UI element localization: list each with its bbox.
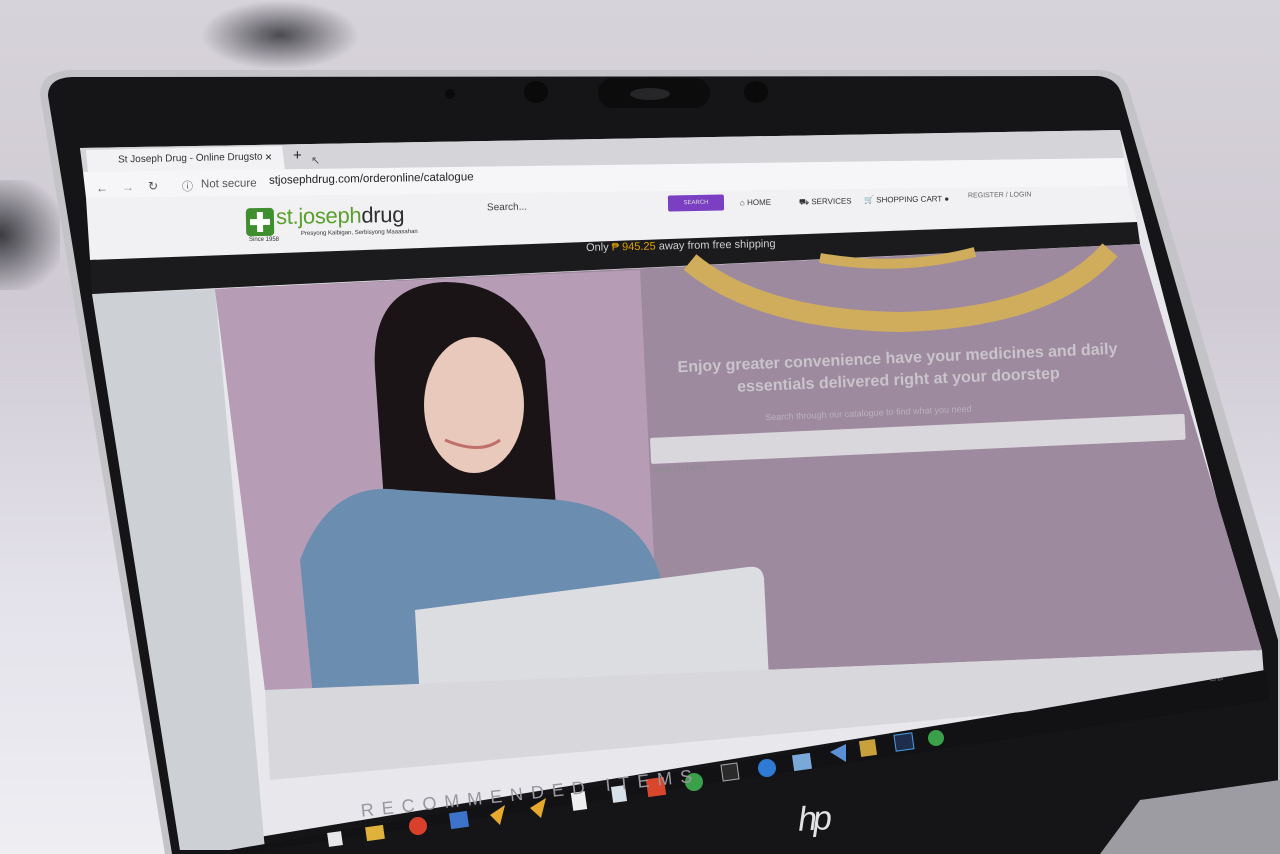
logo-since: Since 1958 <box>249 237 280 243</box>
security-label[interactable]: Not secure <box>201 178 257 191</box>
shipping-suffix: away from free shipping <box>655 238 776 253</box>
browser-tab-title[interactable]: St Joseph Drug - Online Drugsto <box>118 151 263 165</box>
search-button[interactable]: SEARCH <box>667 194 725 212</box>
site-logo[interactable]: st.josephdrug <box>276 202 405 230</box>
logo-cross-icon[interactable] <box>245 207 275 237</box>
forward-arrow-icon[interactable]: → <box>122 180 134 194</box>
logo-text-part1: st.joseph <box>275 202 362 230</box>
nav-login[interactable]: REGISTER / LOGIN <box>968 191 1032 199</box>
hero-subtext: Search through our catalogue to find wha… <box>764 403 972 423</box>
logo-text-part2: drug <box>361 201 405 228</box>
shipping-banner: Only ₱ 945.25 away from free shipping <box>586 238 776 254</box>
hero-search-placeholder: Search here... <box>651 461 716 476</box>
address-bar-url[interactable]: stjosephdrug.com/orderonline/catalogue <box>269 171 474 187</box>
recommended-heading: RECOMMENDED ITEMS <box>359 765 702 821</box>
hero-headline: Enjoy greater convenience have your medi… <box>677 340 1118 396</box>
nav-home[interactable]: ⌂ HOME <box>740 198 771 208</box>
screen: St Joseph Drug - Online Drugsto × + ↖ ← … <box>0 0 1280 854</box>
nav-home-label: HOME <box>746 197 772 208</box>
mouse-cursor-icon: ↖ <box>311 155 321 167</box>
new-tab-button[interactable]: + <box>293 147 302 164</box>
shipping-amount: ₱ 945.25 <box>611 240 656 254</box>
hp-logo: hp <box>796 799 829 839</box>
info-icon[interactable]: ⓘ <box>182 178 193 194</box>
tab-close-icon[interactable]: × <box>265 150 272 164</box>
site-search-input[interactable]: Search... <box>487 202 527 214</box>
nav-cart-label: SHOPPING CART <box>876 194 943 205</box>
logo-tagline: Presyong Kaibigan, Serbisyong Maaasahan <box>300 228 418 238</box>
hero-search-input[interactable] <box>650 413 1186 464</box>
nav-cart[interactable]: 🛒 SHOPPING CART ● <box>864 194 949 204</box>
back-arrow-icon[interactable]: ← <box>96 181 108 195</box>
reload-icon[interactable]: ↻ <box>148 179 158 193</box>
nav-services-label: SERVICES <box>811 196 852 207</box>
laptop: St Joseph Drug - Online Drugsto × + ↖ ← … <box>0 0 1280 854</box>
nav-services[interactable]: ⛟ SERVICES <box>799 197 852 208</box>
system-tray-clock: ▭ ▭ <box>1209 676 1224 684</box>
shipping-prefix: Only <box>585 241 612 254</box>
